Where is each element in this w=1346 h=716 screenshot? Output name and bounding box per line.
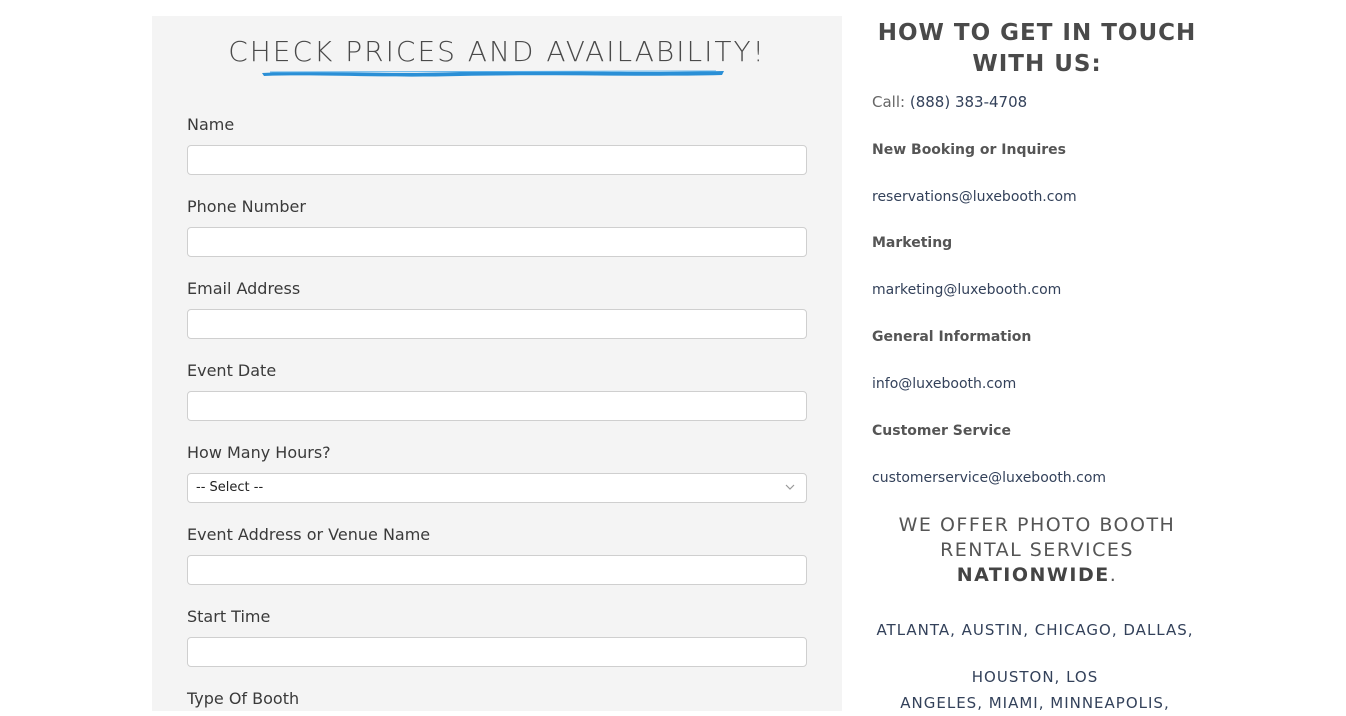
customer-service-email-link[interactable]: customerservice@luxebooth.com bbox=[872, 470, 1106, 486]
start-time-input[interactable] bbox=[187, 637, 807, 667]
marketing-email-link[interactable]: marketing@luxebooth.com bbox=[872, 282, 1061, 298]
nationwide-bold: NATIONWIDE bbox=[956, 564, 1110, 586]
nationwide-statement: WE OFFER PHOTO BOOTH RENTAL SERVICES NAT… bbox=[872, 513, 1202, 588]
hours-label: How Many Hours? bbox=[187, 443, 331, 462]
phone-input[interactable] bbox=[187, 227, 807, 257]
booth-type-field-group: Type Of Booth bbox=[187, 689, 807, 709]
nationwide-period: . bbox=[1109, 564, 1118, 586]
availability-form: CHECK PRICES AND AVAILABILITY! Name Phon… bbox=[152, 16, 842, 711]
call-label: Call: bbox=[872, 93, 906, 111]
name-field-group: Name bbox=[187, 115, 807, 175]
contact-title-line1: HOW TO GET IN TOUCH bbox=[877, 20, 1197, 46]
booth-type-label: Type Of Booth bbox=[187, 689, 300, 708]
nationwide-line1: WE OFFER PHOTO BOOTH bbox=[898, 514, 1176, 536]
cities-line3: ANGELES, MIAMI, MINNEAPOLIS, bbox=[900, 694, 1170, 712]
general-info-heading: General Information bbox=[872, 329, 1032, 345]
call-line: Call: (888) 383-4708 bbox=[872, 93, 1027, 111]
cities-line2: HOUSTON, LOS bbox=[971, 668, 1099, 686]
hours-field-group: How Many Hours? -- Select -- bbox=[187, 443, 807, 503]
form-title: CHECK PRICES AND AVAILABILITY! bbox=[228, 35, 766, 68]
event-date-label: Event Date bbox=[187, 361, 277, 380]
info-email-link[interactable]: info@luxebooth.com bbox=[872, 376, 1016, 392]
hours-select-value: -- Select -- bbox=[196, 480, 264, 495]
email-field-group: Email Address bbox=[187, 279, 807, 339]
chevron-down-icon bbox=[785, 484, 795, 490]
hours-select[interactable]: -- Select -- bbox=[187, 473, 807, 503]
contact-title: HOW TO GET IN TOUCH WITH US: bbox=[872, 18, 1202, 80]
email-input[interactable] bbox=[187, 309, 807, 339]
venue-label: Event Address or Venue Name bbox=[187, 525, 431, 544]
marketing-heading: Marketing bbox=[872, 235, 953, 251]
reservations-email-link[interactable]: reservations@luxebooth.com bbox=[872, 189, 1077, 205]
venue-input[interactable] bbox=[187, 555, 807, 585]
new-booking-heading: New Booking or Inquires bbox=[872, 142, 1066, 158]
event-date-input[interactable] bbox=[187, 391, 807, 421]
email-label: Email Address bbox=[187, 279, 301, 298]
nationwide-line2: RENTAL SERVICES bbox=[940, 539, 1134, 561]
event-date-field-group: Event Date bbox=[187, 361, 807, 421]
start-time-field-group: Start Time bbox=[187, 607, 807, 667]
start-time-label: Start Time bbox=[187, 607, 271, 626]
venue-field-group: Event Address or Venue Name bbox=[187, 525, 807, 585]
phone-link[interactable]: (888) 383-4708 bbox=[910, 93, 1027, 111]
contact-title-line2: WITH US: bbox=[972, 51, 1102, 77]
name-label: Name bbox=[187, 115, 235, 134]
phone-label: Phone Number bbox=[187, 197, 306, 216]
name-input[interactable] bbox=[187, 145, 807, 175]
phone-field-group: Phone Number bbox=[187, 197, 807, 257]
customer-service-heading: Customer Service bbox=[872, 423, 1011, 439]
cities-line1: ATLANTA, AUSTIN, CHICAGO, DALLAS, bbox=[876, 621, 1194, 639]
brush-underline bbox=[262, 70, 724, 77]
